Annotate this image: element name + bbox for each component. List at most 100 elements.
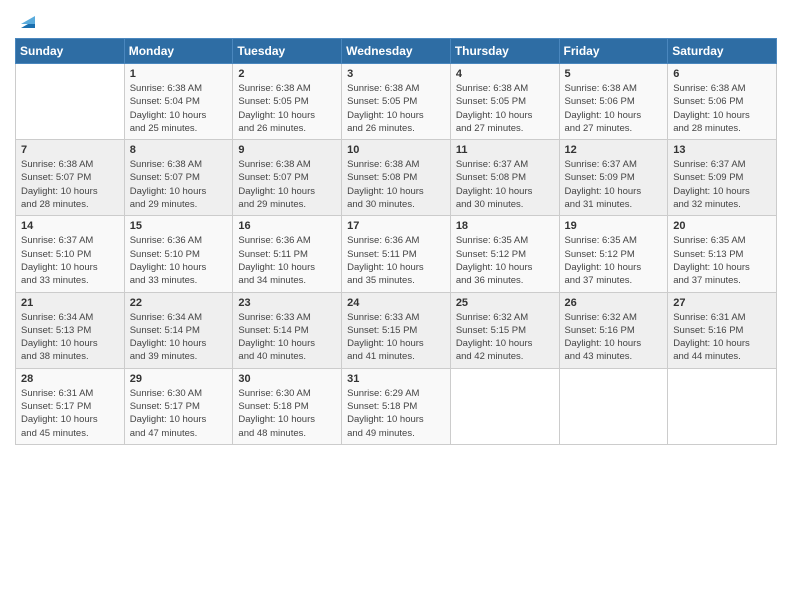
calendar-cell: 5 Sunrise: 6:38 AMSunset: 5:06 PMDaylight…	[559, 64, 668, 140]
weekday-header-thursday: Thursday	[450, 39, 559, 64]
day-number: 3	[347, 68, 445, 80]
cell-info: Sunrise: 6:38 AMSunset: 5:06 PMDaylight:…	[565, 82, 663, 135]
day-number: 25	[456, 297, 554, 309]
day-number: 2	[238, 68, 336, 80]
calendar-cell: 28 Sunrise: 6:31 AMSunset: 5:17 PMDayligh…	[16, 368, 125, 444]
cell-info: Sunrise: 6:34 AMSunset: 5:13 PMDaylight:…	[21, 311, 119, 364]
day-number: 9	[238, 144, 336, 156]
calendar-cell: 4 Sunrise: 6:38 AMSunset: 5:05 PMDaylight…	[450, 64, 559, 140]
cell-info: Sunrise: 6:36 AMSunset: 5:11 PMDaylight:…	[238, 234, 336, 287]
day-number: 22	[130, 297, 228, 309]
calendar-cell: 27 Sunrise: 6:31 AMSunset: 5:16 PMDayligh…	[668, 292, 777, 368]
cell-info: Sunrise: 6:37 AMSunset: 5:10 PMDaylight:…	[21, 234, 119, 287]
cell-info: Sunrise: 6:38 AMSunset: 5:07 PMDaylight:…	[130, 158, 228, 211]
calendar-cell: 24Sunrise: 6:33 AMSunset: 5:15 PMDayligh…	[342, 292, 451, 368]
cell-info: Sunrise: 6:38 AMSunset: 5:04 PMDaylight:…	[130, 82, 228, 135]
cell-info: Sunrise: 6:36 AMSunset: 5:11 PMDaylight:…	[347, 234, 445, 287]
day-number: 23	[238, 297, 336, 309]
cell-info: Sunrise: 6:38 AMSunset: 5:06 PMDaylight:…	[673, 82, 771, 135]
day-number: 28	[21, 373, 119, 385]
calendar-table: SundayMondayTuesdayWednesdayThursdayFrid…	[15, 38, 777, 445]
calendar-cell	[668, 368, 777, 444]
cell-info: Sunrise: 6:37 AMSunset: 5:09 PMDaylight:…	[673, 158, 771, 211]
day-number: 29	[130, 373, 228, 385]
day-number: 12	[565, 144, 663, 156]
calendar-cell: 2 Sunrise: 6:38 AMSunset: 5:05 PMDaylight…	[233, 64, 342, 140]
cell-info: Sunrise: 6:35 AMSunset: 5:12 PMDaylight:…	[565, 234, 663, 287]
calendar-cell: 6 Sunrise: 6:38 AMSunset: 5:06 PMDaylight…	[668, 64, 777, 140]
calendar-cell: 15 Sunrise: 6:36 AMSunset: 5:10 PMDayligh…	[124, 216, 233, 292]
day-number: 26	[565, 297, 663, 309]
cell-info: Sunrise: 6:38 AMSunset: 5:05 PMDaylight:…	[238, 82, 336, 135]
calendar-cell: 7 Sunrise: 6:38 AMSunset: 5:07 PMDaylight…	[16, 140, 125, 216]
cell-info: Sunrise: 6:34 AMSunset: 5:14 PMDaylight:…	[130, 311, 228, 364]
weekday-header-monday: Monday	[124, 39, 233, 64]
cell-info: Sunrise: 6:32 AMSunset: 5:15 PMDaylight:…	[456, 311, 554, 364]
calendar-header-row: SundayMondayTuesdayWednesdayThursdayFrid…	[16, 39, 777, 64]
cell-info: Sunrise: 6:29 AMSunset: 5:18 PMDaylight:…	[347, 387, 445, 440]
weekday-header-saturday: Saturday	[668, 39, 777, 64]
day-number: 24	[347, 297, 445, 309]
calendar-cell: 20 Sunrise: 6:35 AMSunset: 5:13 PMDayligh…	[668, 216, 777, 292]
day-number: 10	[347, 144, 445, 156]
day-number: 27	[673, 297, 771, 309]
calendar-week-2: 14Sunrise: 6:37 AMSunset: 5:10 PMDayligh…	[16, 216, 777, 292]
cell-info: Sunrise: 6:32 AMSunset: 5:16 PMDaylight:…	[565, 311, 663, 364]
day-number: 4	[456, 68, 554, 80]
day-number: 20	[673, 220, 771, 232]
header	[15, 10, 777, 32]
day-number: 1	[130, 68, 228, 80]
day-number: 19	[565, 220, 663, 232]
cell-info: Sunrise: 6:33 AMSunset: 5:14 PMDaylight:…	[238, 311, 336, 364]
cell-info: Sunrise: 6:38 AMSunset: 5:05 PMDaylight:…	[456, 82, 554, 135]
calendar-week-3: 21 Sunrise: 6:34 AMSunset: 5:13 PMDayligh…	[16, 292, 777, 368]
cell-info: Sunrise: 6:37 AMSunset: 5:09 PMDaylight:…	[565, 158, 663, 211]
calendar-cell: 30 Sunrise: 6:30 AMSunset: 5:18 PMDayligh…	[233, 368, 342, 444]
day-number: 7	[21, 144, 119, 156]
cell-info: Sunrise: 6:37 AMSunset: 5:08 PMDaylight:…	[456, 158, 554, 211]
page: SundayMondayTuesdayWednesdayThursdayFrid…	[0, 0, 792, 612]
calendar-week-4: 28 Sunrise: 6:31 AMSunset: 5:17 PMDayligh…	[16, 368, 777, 444]
day-number: 16	[238, 220, 336, 232]
calendar-cell: 31Sunrise: 6:29 AMSunset: 5:18 PMDayligh…	[342, 368, 451, 444]
day-number: 15	[130, 220, 228, 232]
logo-icon	[17, 10, 39, 32]
calendar-cell: 11 Sunrise: 6:37 AMSunset: 5:08 PMDayligh…	[450, 140, 559, 216]
day-number: 30	[238, 373, 336, 385]
day-number: 11	[456, 144, 554, 156]
weekday-header-wednesday: Wednesday	[342, 39, 451, 64]
cell-info: Sunrise: 6:31 AMSunset: 5:17 PMDaylight:…	[21, 387, 119, 440]
calendar-cell	[450, 368, 559, 444]
calendar-cell: 25 Sunrise: 6:32 AMSunset: 5:15 PMDayligh…	[450, 292, 559, 368]
cell-info: Sunrise: 6:38 AMSunset: 5:07 PMDaylight:…	[21, 158, 119, 211]
day-number: 17	[347, 220, 445, 232]
logo	[15, 10, 39, 32]
weekday-header-sunday: Sunday	[16, 39, 125, 64]
cell-info: Sunrise: 6:35 AMSunset: 5:12 PMDaylight:…	[456, 234, 554, 287]
calendar-cell: 18Sunrise: 6:35 AMSunset: 5:12 PMDayligh…	[450, 216, 559, 292]
calendar-cell: 29 Sunrise: 6:30 AMSunset: 5:17 PMDayligh…	[124, 368, 233, 444]
cell-info: Sunrise: 6:30 AMSunset: 5:18 PMDaylight:…	[238, 387, 336, 440]
calendar-week-0: 1 Sunrise: 6:38 AMSunset: 5:04 PMDaylight…	[16, 64, 777, 140]
cell-info: Sunrise: 6:30 AMSunset: 5:17 PMDaylight:…	[130, 387, 228, 440]
day-number: 21	[21, 297, 119, 309]
calendar-cell	[16, 64, 125, 140]
calendar-cell: 13 Sunrise: 6:37 AMSunset: 5:09 PMDayligh…	[668, 140, 777, 216]
calendar-cell: 23 Sunrise: 6:33 AMSunset: 5:14 PMDayligh…	[233, 292, 342, 368]
day-number: 8	[130, 144, 228, 156]
calendar-cell: 9Sunrise: 6:38 AMSunset: 5:07 PMDaylight…	[233, 140, 342, 216]
day-number: 6	[673, 68, 771, 80]
cell-info: Sunrise: 6:35 AMSunset: 5:13 PMDaylight:…	[673, 234, 771, 287]
weekday-header-friday: Friday	[559, 39, 668, 64]
calendar-cell: 10Sunrise: 6:38 AMSunset: 5:08 PMDayligh…	[342, 140, 451, 216]
weekday-header-tuesday: Tuesday	[233, 39, 342, 64]
day-number: 13	[673, 144, 771, 156]
cell-info: Sunrise: 6:31 AMSunset: 5:16 PMDaylight:…	[673, 311, 771, 364]
cell-info: Sunrise: 6:36 AMSunset: 5:10 PMDaylight:…	[130, 234, 228, 287]
calendar-cell: 17 Sunrise: 6:36 AMSunset: 5:11 PMDayligh…	[342, 216, 451, 292]
calendar-cell: 14Sunrise: 6:37 AMSunset: 5:10 PMDayligh…	[16, 216, 125, 292]
day-number: 5	[565, 68, 663, 80]
calendar-cell: 8 Sunrise: 6:38 AMSunset: 5:07 PMDaylight…	[124, 140, 233, 216]
calendar-week-1: 7 Sunrise: 6:38 AMSunset: 5:07 PMDaylight…	[16, 140, 777, 216]
calendar-cell: 22 Sunrise: 6:34 AMSunset: 5:14 PMDayligh…	[124, 292, 233, 368]
